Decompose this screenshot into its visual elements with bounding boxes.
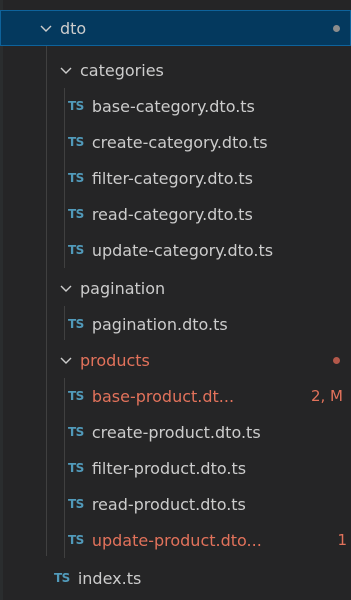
- file-label: update-category.dto.ts: [91, 240, 274, 260]
- chevron-down-icon[interactable]: [58, 280, 74, 296]
- folder-label: categories: [80, 60, 164, 80]
- file-item[interactable]: TS base-product.dt... 2, M: [0, 378, 351, 414]
- problems-badge: 2, M: [310, 387, 343, 405]
- file-label: base-product.dt...: [91, 386, 235, 406]
- folder-products[interactable]: products: [0, 342, 351, 378]
- typescript-file-icon: TS: [68, 99, 84, 113]
- file-label: filter-product.dto.ts: [91, 458, 247, 478]
- file-explorer-tree: dto categories TS base-category.dto.ts T…: [0, 0, 351, 600]
- modified-dot-icon: [333, 357, 340, 364]
- file-label: filter-category.dto.ts: [91, 168, 253, 188]
- indent-guide: [46, 46, 47, 556]
- folder-label: products: [80, 350, 150, 370]
- indent-guide: [64, 378, 65, 558]
- file-item[interactable]: TS read-product.dto.ts: [0, 486, 351, 522]
- file-label: create-product.dto.ts: [91, 422, 261, 442]
- chevron-down-icon[interactable]: [58, 352, 74, 368]
- folder-categories[interactable]: categories: [0, 52, 351, 88]
- file-item[interactable]: TS index.ts: [0, 560, 351, 596]
- typescript-file-icon: TS: [68, 389, 84, 403]
- typescript-file-icon: TS: [68, 533, 84, 547]
- typescript-file-icon: TS: [68, 317, 84, 331]
- folder-label: pagination: [80, 278, 166, 298]
- file-item[interactable]: TS pagination.dto.ts: [0, 306, 351, 342]
- file-item[interactable]: TS read-category.dto.ts: [0, 196, 351, 232]
- file-label: create-category.dto.ts: [91, 132, 268, 152]
- file-label: read-category.dto.ts: [91, 204, 253, 224]
- typescript-file-icon: TS: [68, 207, 84, 221]
- status-dot-icon: [333, 25, 340, 32]
- file-item[interactable]: TS filter-product.dto.ts: [0, 450, 351, 486]
- folder-dto[interactable]: dto: [0, 10, 351, 46]
- file-label: read-product.dto.ts: [91, 494, 246, 514]
- typescript-file-icon: TS: [68, 425, 84, 439]
- indent-guide: [64, 88, 65, 268]
- file-item[interactable]: TS update-category.dto.ts: [0, 232, 351, 268]
- chevron-down-icon[interactable]: [38, 20, 54, 36]
- indent-guide: [64, 306, 65, 340]
- folder-pagination[interactable]: pagination: [0, 270, 351, 306]
- file-item[interactable]: TS create-category.dto.ts: [0, 124, 351, 160]
- file-label: base-category.dto.ts: [91, 96, 255, 116]
- typescript-file-icon: TS: [68, 497, 84, 511]
- typescript-file-icon: TS: [68, 135, 84, 149]
- folder-label: dto: [60, 18, 87, 38]
- typescript-file-icon: TS: [54, 571, 70, 585]
- file-item[interactable]: TS base-category.dto.ts: [0, 88, 351, 124]
- typescript-file-icon: TS: [68, 171, 84, 185]
- file-item[interactable]: TS update-product.dto... 1: [0, 522, 351, 558]
- file-label: pagination.dto.ts: [91, 314, 228, 334]
- typescript-file-icon: TS: [68, 243, 84, 257]
- file-label: update-product.dto...: [91, 530, 262, 550]
- problems-badge: 1: [337, 531, 347, 549]
- typescript-file-icon: TS: [68, 461, 84, 475]
- file-label: index.ts: [77, 568, 142, 588]
- file-item[interactable]: TS create-product.dto.ts: [0, 414, 351, 450]
- file-item[interactable]: TS filter-category.dto.ts: [0, 160, 351, 196]
- chevron-down-icon[interactable]: [58, 62, 74, 78]
